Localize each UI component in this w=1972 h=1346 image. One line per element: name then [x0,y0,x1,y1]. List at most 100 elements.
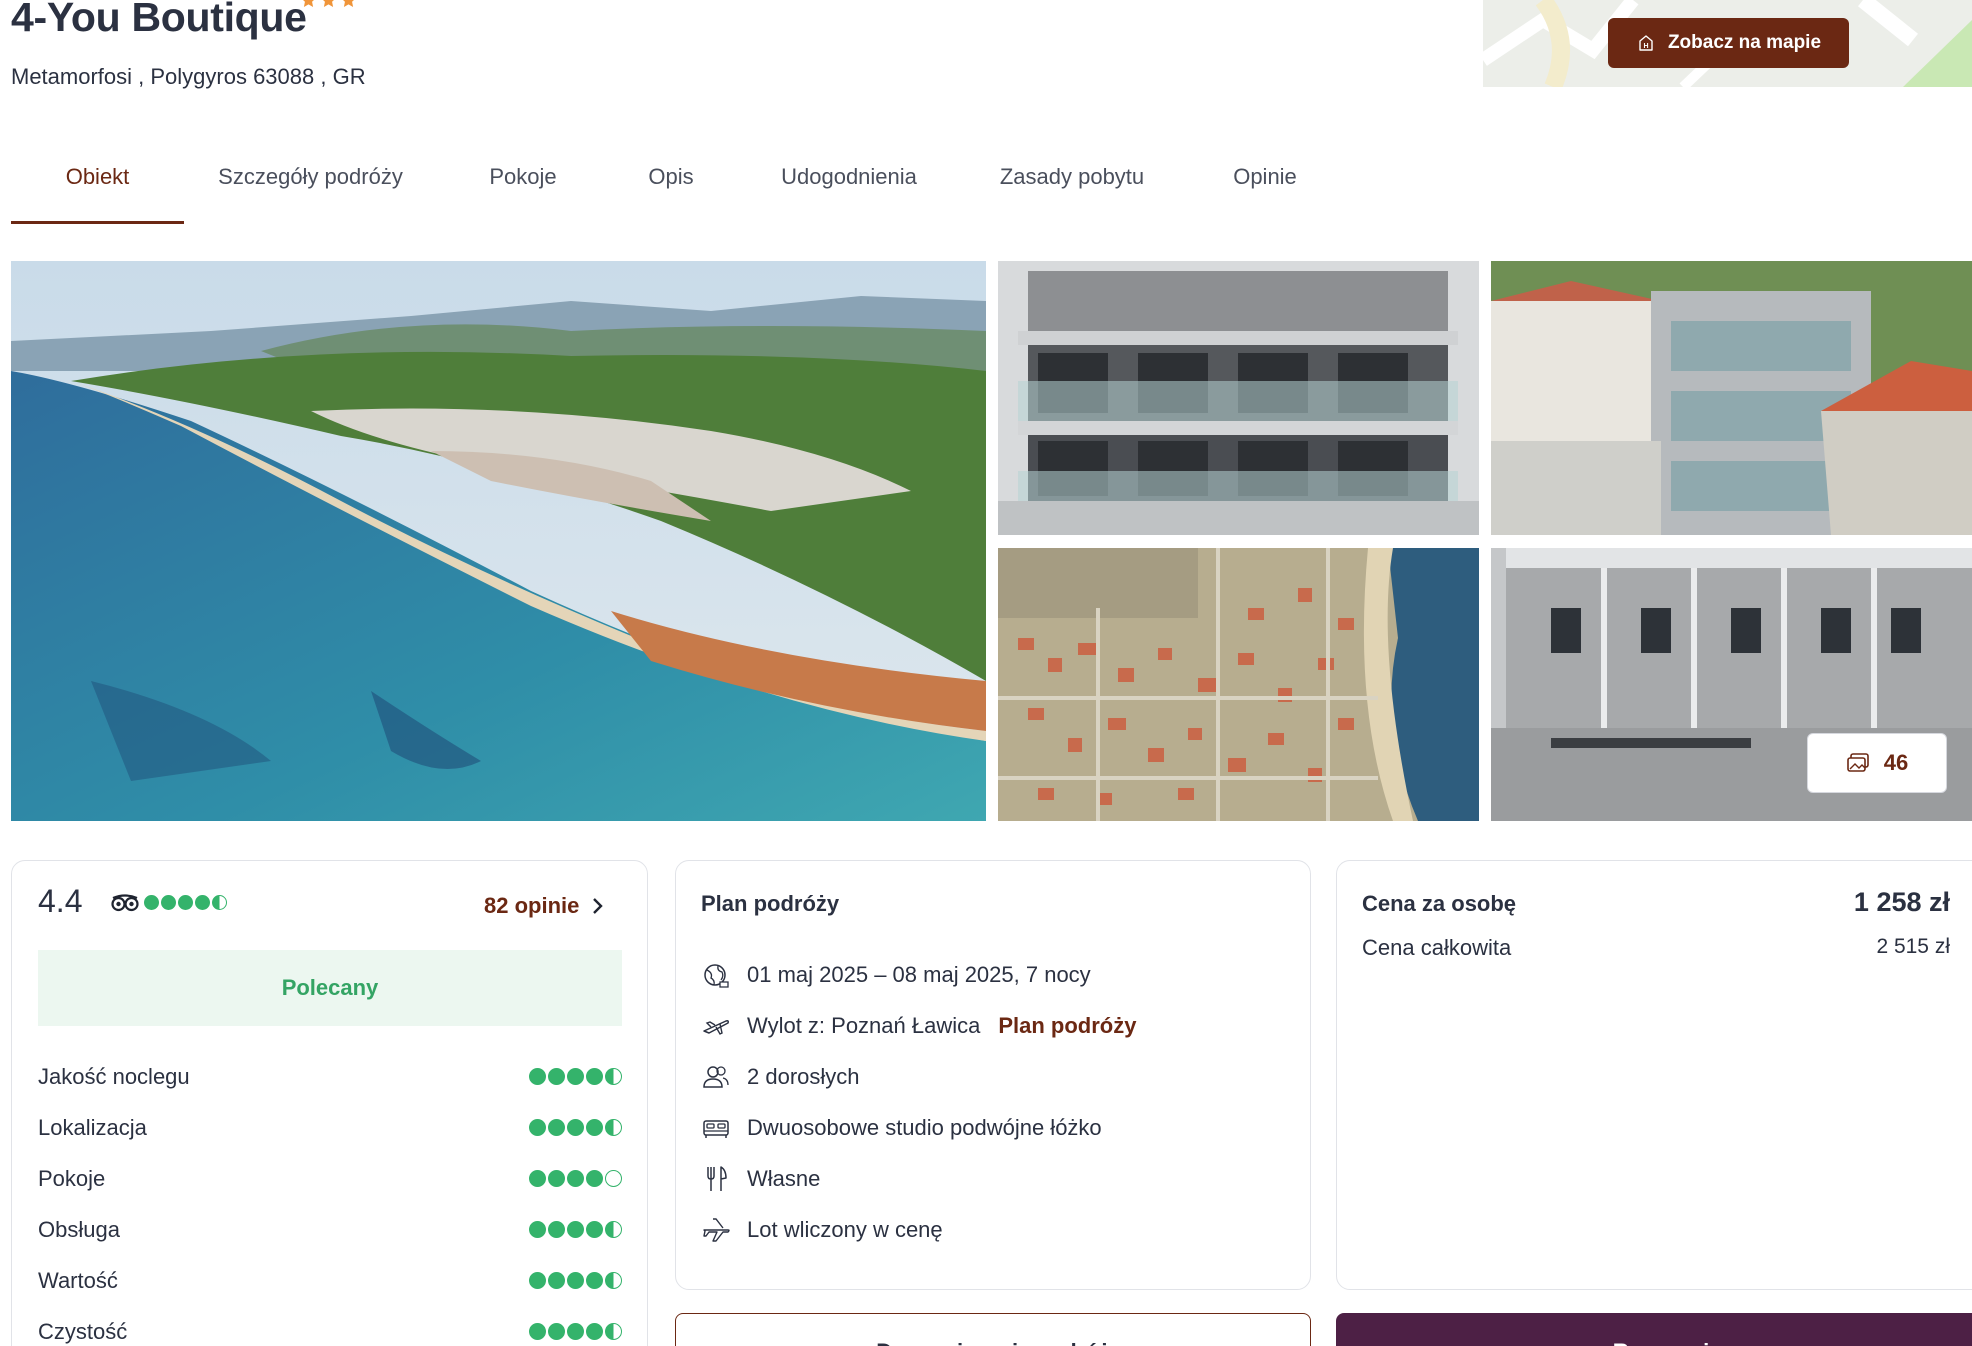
rating-dot [605,1068,622,1085]
gallery-photo-facade[interactable] [998,261,1479,535]
criterion-dots [529,1272,622,1289]
plan-travellers-text: 2 dorosłych [747,1063,860,1089]
price-per-person-value: 1 258 zł [1853,887,1950,917]
tab-zasady-pobytu[interactable]: Zasady pobytu [977,150,1167,224]
plan-item-room: Dwuosobowe studio podwójne łóżko [701,1102,1301,1153]
plan-item-travellers: 2 dorosłych [701,1051,1301,1102]
rating-dot [567,1068,584,1085]
overall-rating-dots [144,895,227,910]
plane-icon [703,1217,730,1242]
rating-dot [567,1119,584,1136]
rating-dot [548,1068,565,1085]
rating-dot [548,1272,565,1289]
tab-pokoje[interactable]: Pokoje [468,150,578,224]
tab-szczegoly-podrozy[interactable]: Szczegóły podróży [196,150,425,224]
bed-icon [703,1119,729,1138]
map-pin-icon: H [1639,35,1653,51]
rating-dot [529,1170,546,1187]
rating-dot [548,1119,565,1136]
rating-dot [586,1068,603,1085]
total-price-label: Cena całkowita [1362,935,1512,960]
rating-dot [178,895,193,910]
rating-score: 4.4 [38,883,83,919]
plan-details-link[interactable]: Plan podróży [998,1013,1136,1039]
criterion-label: Jakość noclegu [38,1063,190,1089]
all-photos-button[interactable]: 46 [1807,733,1947,793]
rating-criterion: Pokoje [38,1153,622,1204]
star-icon [343,0,354,7]
rating-dot [605,1119,622,1136]
total-price-value: 2 515 zł [1876,935,1950,958]
recommended-badge: Polecany [38,950,622,1026]
rating-dot [567,1221,584,1238]
section-tabs: Obiekt Szczegóły podróży Pokoje Opis Udo… [11,150,1320,224]
gallery-photo-building[interactable] [1491,261,1972,535]
rating-criterion: Jakość noclegu [38,1051,622,1102]
rating-criterion: Wartość [38,1255,622,1306]
cutlery-icon [707,1165,727,1191]
rating-dot [586,1221,603,1238]
rating-dot [529,1119,546,1136]
criterion-dots [529,1221,622,1238]
rating-dot [605,1272,622,1289]
rating-dot [529,1068,546,1085]
tab-opinie[interactable]: Opinie [1210,150,1320,224]
rating-dot [529,1221,546,1238]
plan-room-text: Dwuosobowe studio podwójne łóżko [747,1114,1102,1140]
tab-udogodnienia[interactable]: Udogodnienia [764,150,934,224]
plan-departure-text: Wylot z: Poznań Ławica [747,1012,981,1038]
rating-dot [161,895,176,910]
rating-dot [605,1323,622,1340]
chevron-right-icon [593,898,604,914]
rating-dot [529,1323,546,1340]
criterion-dots [529,1170,622,1187]
star-icon [323,0,334,7]
criterion-label: Wartość [38,1267,118,1293]
users-icon [703,1065,729,1088]
rating-criterion: Czystość [38,1306,622,1346]
gallery-main-photo[interactable] [11,261,986,821]
tab-opis[interactable]: Opis [621,150,721,224]
rating-dot [529,1272,546,1289]
star-icon [303,0,314,7]
travel-plan-card: Plan podróży 01 maj 2025 – 08 maj 2025, … [675,860,1311,1290]
criterion-dots [529,1119,622,1136]
plan-flight-text: Lot wliczony w cenę [747,1216,943,1242]
tab-obiekt[interactable]: Obiekt [11,150,184,224]
rating-dot [548,1170,565,1187]
plan-list: 01 maj 2025 – 08 maj 2025, 7 nocy Wylot … [701,949,1301,1255]
rating-dot [605,1221,622,1238]
photo-count-label: 46 [1883,750,1909,775]
criterion-label: Czystość [38,1318,128,1344]
plan-item-flight: Lot wliczony w cenę [701,1204,1301,1255]
reviews-link[interactable]: 82 opinie [484,893,604,919]
images-icon [1846,753,1869,772]
plan-item-departure: Wylot z: Poznań Ławica Plan podróży [701,1000,1301,1051]
plan-dates-text: 01 maj 2025 – 08 maj 2025, 7 nocy [747,961,1091,987]
star-rating [300,0,357,9]
show-on-map-button[interactable]: H Zobacz na mapie [1608,18,1849,68]
rating-criterion: Lokalizacja [38,1102,622,1153]
rating-card: 4.4 82 opinie Polecany Jakość noclegu Lo… [11,860,648,1346]
rating-dot [195,895,210,910]
rating-dot [586,1272,603,1289]
plane-departure-icon [703,1019,729,1035]
rating-dot [567,1323,584,1340]
rating-criterion: Obsługa [38,1204,622,1255]
rating-dot [567,1272,584,1289]
criterion-label: Lokalizacja [38,1114,147,1140]
rating-dot [212,895,227,910]
rating-dot [548,1221,565,1238]
criterion-label: Obsługa [38,1216,120,1242]
book-button[interactable]: Rezerwuj [1336,1313,1972,1346]
rating-dot [586,1119,603,1136]
adjust-trip-button[interactable]: Dopasuj swoją podróż [675,1313,1311,1346]
show-on-map-label: Zobacz na mapie [1667,32,1822,53]
rating-dot [586,1323,603,1340]
criterion-label: Pokoje [38,1165,106,1191]
calendar-globe-icon [704,963,729,988]
rating-dot [586,1170,603,1187]
gallery-photo-town-aerial[interactable] [998,548,1479,821]
tripadvisor-icon [111,894,139,912]
plan-item-dates: 01 maj 2025 – 08 maj 2025, 7 nocy [701,949,1301,1000]
